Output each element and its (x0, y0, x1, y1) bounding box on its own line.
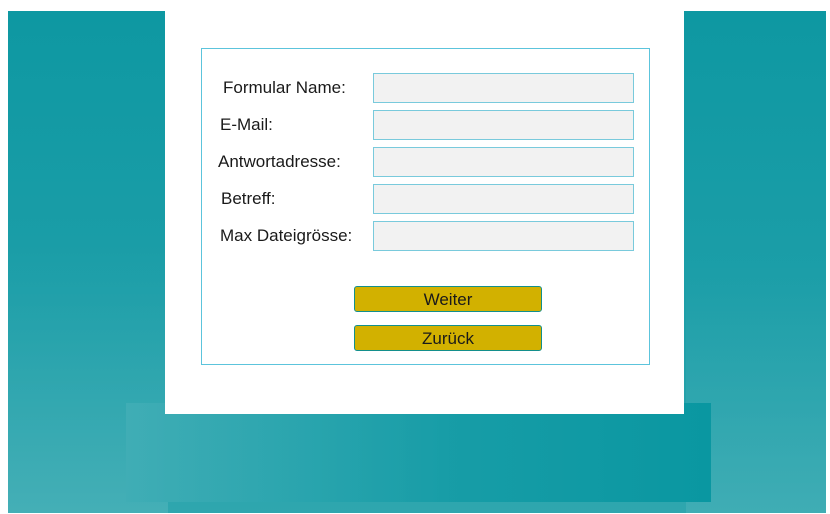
antwortadresse-input[interactable] (373, 147, 634, 177)
form-row-antwortadresse: Antwortadresse: (202, 147, 651, 177)
bottom-band (126, 403, 711, 502)
form-row-max-dateigroesse: Max Dateigrösse: (202, 221, 651, 251)
email-label: E-Mail: (220, 115, 273, 134)
form-row-email: E-Mail: (202, 110, 651, 140)
antwortadresse-label: Antwortadresse: (218, 152, 341, 171)
form-row-formular-name: Formular Name: (202, 73, 651, 103)
max-dateigroesse-input[interactable] (373, 221, 634, 251)
zurueck-button[interactable]: Zurück (354, 325, 542, 351)
bottom-band-sheen (126, 403, 456, 502)
form-row-betreff: Betreff: (202, 184, 651, 214)
form-card: Formular Name: E-Mail: Antwortadresse: B… (165, 11, 684, 414)
formular-name-input[interactable] (373, 73, 634, 103)
weiter-button[interactable]: Weiter (354, 286, 542, 312)
max-dateigroesse-label: Max Dateigrösse: (220, 226, 353, 245)
formular-name-label: Formular Name: (223, 78, 346, 97)
form-frame: Formular Name: E-Mail: Antwortadresse: B… (201, 48, 650, 365)
email-input[interactable] (373, 110, 634, 140)
betreff-input[interactable] (373, 184, 634, 214)
betreff-label: Betreff: (221, 189, 276, 208)
screen: Formular Name: E-Mail: Antwortadresse: B… (0, 0, 830, 514)
